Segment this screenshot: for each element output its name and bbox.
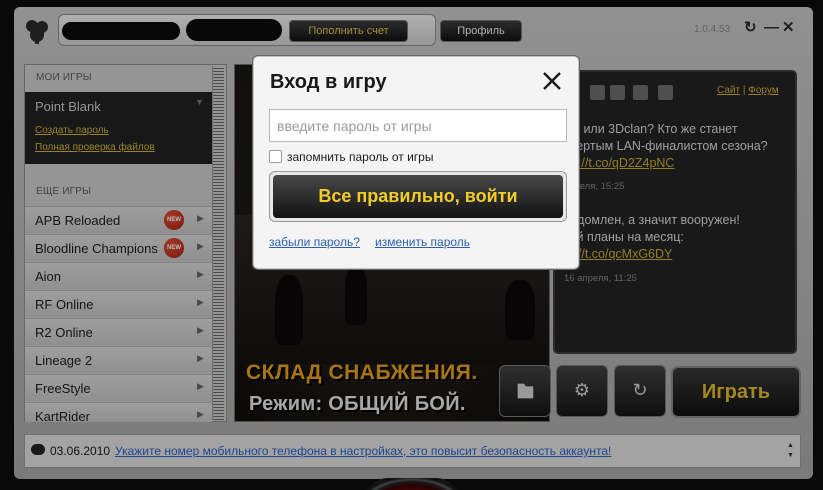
forgot-password-link[interactable]: забыли пароль? (269, 235, 360, 249)
app-window: Пополнить счет Профиль 1.0.4.53 ↻ — ✕ МО… (0, 0, 823, 490)
dialog-title: Вход в игру (270, 71, 387, 93)
change-password-link[interactable]: изменить пароль (375, 235, 470, 249)
password-input[interactable] (269, 109, 567, 142)
close-icon[interactable] (541, 69, 563, 93)
login-submit-button[interactable]: Все правильно, войти (273, 175, 563, 218)
remember-password-label[interactable]: запомнить пароль от игры (287, 150, 433, 164)
remember-password-checkbox[interactable] (269, 150, 282, 163)
